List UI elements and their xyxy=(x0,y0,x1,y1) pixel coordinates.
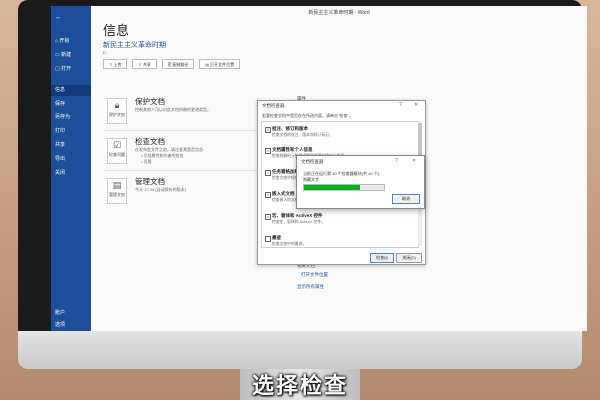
copy-path-button[interactable]: ⎘ 复制路径 xyxy=(161,59,195,69)
checkbox[interactable] xyxy=(265,236,271,242)
sidebar-item-label: 打开 xyxy=(61,66,72,72)
sidebar-item-new[interactable]: ▭ 新建 xyxy=(51,50,91,61)
progress-bar xyxy=(303,184,385,191)
option-desc: 检查文档中的墨迹。 xyxy=(272,242,307,246)
document-name: 新民主主义革命时期 xyxy=(103,42,166,49)
sidebar-item-account[interactable]: 账户 xyxy=(51,308,91,319)
manage-button-label: 管理文档 xyxy=(109,192,125,197)
sidebar-item-label: 选项 xyxy=(55,322,66,328)
sidebar-item-save-as[interactable]: 另存为 xyxy=(51,112,91,123)
bullet-text: 文档属性和作者的姓名 xyxy=(143,153,184,158)
sidebar-item-label: 保存 xyxy=(55,101,66,107)
check-issues-button[interactable]: ☑ 检查问题 xyxy=(107,138,127,164)
backstage-sidebar: ← ⌂ 开始 ▭ 新建 ▢ 打开 信息 保存 另存为 打印 共享 导出 关闭 账… xyxy=(51,6,91,331)
sidebar-item-label: 开始 xyxy=(59,38,70,44)
sidebar-item-options[interactable]: 选项 xyxy=(51,320,91,331)
checkbox[interactable]: ✓ xyxy=(265,148,271,154)
button-label: 打开文件位置 xyxy=(210,62,235,67)
sidebar-item-label: 账户 xyxy=(55,310,66,316)
sidebar-item-label: 信息 xyxy=(55,87,66,93)
progress-dialog-title: 文档检查器 xyxy=(301,159,324,164)
checkbox[interactable]: ✓ xyxy=(265,214,271,220)
close-icon[interactable]: ✕ xyxy=(412,158,416,164)
inspect-title: 检查文档 xyxy=(135,137,165,146)
protect-button-label: 保护文档 xyxy=(109,112,125,117)
sidebar-item-label: 打印 xyxy=(55,128,66,134)
window-title: 新民主主义革命时期 - Word xyxy=(308,10,370,16)
open-file-location-button[interactable]: ▤ 打开文件位置 xyxy=(199,59,241,69)
back-arrow-icon[interactable]: ← xyxy=(51,12,91,23)
option-desc: 检查文档的批注、版本和修订标记。 xyxy=(272,133,333,137)
show-all-properties-link[interactable]: 显示所有属性 xyxy=(297,284,324,290)
button-label: 共享 xyxy=(142,62,151,67)
close-button[interactable]: 关闭(C) xyxy=(396,253,422,263)
option-label: 宏、窗体和 ActiveX 控件 xyxy=(272,213,323,218)
inspect-bullet: • 页眉 xyxy=(141,159,152,164)
sidebar-item-info[interactable]: 信息 xyxy=(51,85,91,96)
option-label: 嵌入式文档 xyxy=(272,191,295,196)
current-module: 隐藏文字 xyxy=(303,177,319,182)
lock-icon: 🔒︎ xyxy=(114,100,120,110)
manage-desc: 今天 17:34 (自动保存的版本) xyxy=(135,187,186,192)
document-path: E: xyxy=(103,50,107,55)
button-label: 上传 xyxy=(113,62,122,67)
info-button-row: ⇧ 上传 ⇪ 共享 ⎘ 复制路径 ▤ 打开文件位置 xyxy=(103,59,241,69)
dialog-title: 文档检查器 xyxy=(262,103,285,108)
sidebar-item-label: 新建 xyxy=(61,52,72,58)
option-label: 文档属性和个人信息 xyxy=(272,147,313,152)
help-icon[interactable]: ? xyxy=(395,158,398,164)
upload-button[interactable]: ⇧ 上传 xyxy=(103,59,128,69)
manage-document-button[interactable]: ▤ 管理文档 xyxy=(107,178,127,204)
help-icon[interactable]: ? xyxy=(399,102,402,108)
button-label: 复制路径 xyxy=(172,62,189,67)
divider xyxy=(103,170,263,171)
sidebar-item-label: 导出 xyxy=(55,156,66,162)
protect-title: 保护文档 xyxy=(135,97,165,106)
sidebar-item-save[interactable]: 保存 xyxy=(51,99,91,110)
sidebar-item-print[interactable]: 打印 xyxy=(51,126,91,137)
option-label: 批注、修订和版本 xyxy=(272,126,308,131)
inspection-progress-dialog: 文档检查器 ? ✕ 当前正在运行第 10 个检查器模块(共 10 个): 隐藏文… xyxy=(296,155,425,209)
checkbox[interactable]: ✓ xyxy=(265,170,271,176)
video-caption: 选择检查 xyxy=(251,373,348,398)
page-title: 信息 xyxy=(103,23,130,38)
sidebar-item-share[interactable]: 共享 xyxy=(51,140,91,151)
bullet-text: 页眉 xyxy=(143,159,152,164)
word-backstage-screen: ← ⌂ 开始 ▭ 新建 ▢ 打开 信息 保存 另存为 打印 共享 导出 关闭 账… xyxy=(51,6,587,331)
checkbox[interactable]: ✓ xyxy=(265,192,271,198)
sidebar-item-open[interactable]: ▢ 打开 xyxy=(51,64,91,75)
protect-document-button[interactable]: 🔒︎ 保护文档 xyxy=(107,98,127,124)
manage-doc-icon: ▤ xyxy=(112,180,122,190)
checkbox[interactable]: ✓ xyxy=(265,127,271,133)
inspect-icon: ☑ xyxy=(112,140,122,150)
protect-desc: 控制其他人可以对此文档所做的更改类型。 xyxy=(135,107,211,112)
divider xyxy=(103,130,263,131)
sidebar-item-label: 关闭 xyxy=(55,170,66,176)
option-label: 墨迹 xyxy=(272,235,281,240)
sidebar-item-export[interactable]: 导出 xyxy=(51,154,91,165)
sidebar-item-home[interactable]: ⌂ 开始 xyxy=(51,36,91,47)
open-location-link[interactable]: 打开文件位置 xyxy=(301,272,328,278)
sidebar-item-close[interactable]: 关闭 xyxy=(51,168,91,179)
sidebar-item-label: 另存为 xyxy=(55,114,71,120)
check-button-label: 检查问题 xyxy=(109,152,125,157)
share-button[interactable]: ⇪ 共享 xyxy=(132,59,157,69)
sidebar-item-label: 共享 xyxy=(55,142,66,148)
cancel-button[interactable]: 取消 xyxy=(392,194,420,204)
inspect-button[interactable]: 检查(I) xyxy=(370,253,394,263)
manage-title: 管理文档 xyxy=(135,177,165,186)
dialog-intro: 若要检查文档中是否存在所选内容，请单击"检查"。 xyxy=(262,113,353,118)
monitor-chin xyxy=(18,331,582,369)
close-icon[interactable]: ✕ xyxy=(414,102,418,108)
option-desc: 检查宏、窗体和 ActiveX 控件。 xyxy=(272,220,325,224)
monitor: ← ⌂ 开始 ▭ 新建 ▢ 打开 信息 保存 另存为 打印 共享 导出 关闭 账… xyxy=(18,0,587,355)
progress-fill xyxy=(304,185,360,190)
